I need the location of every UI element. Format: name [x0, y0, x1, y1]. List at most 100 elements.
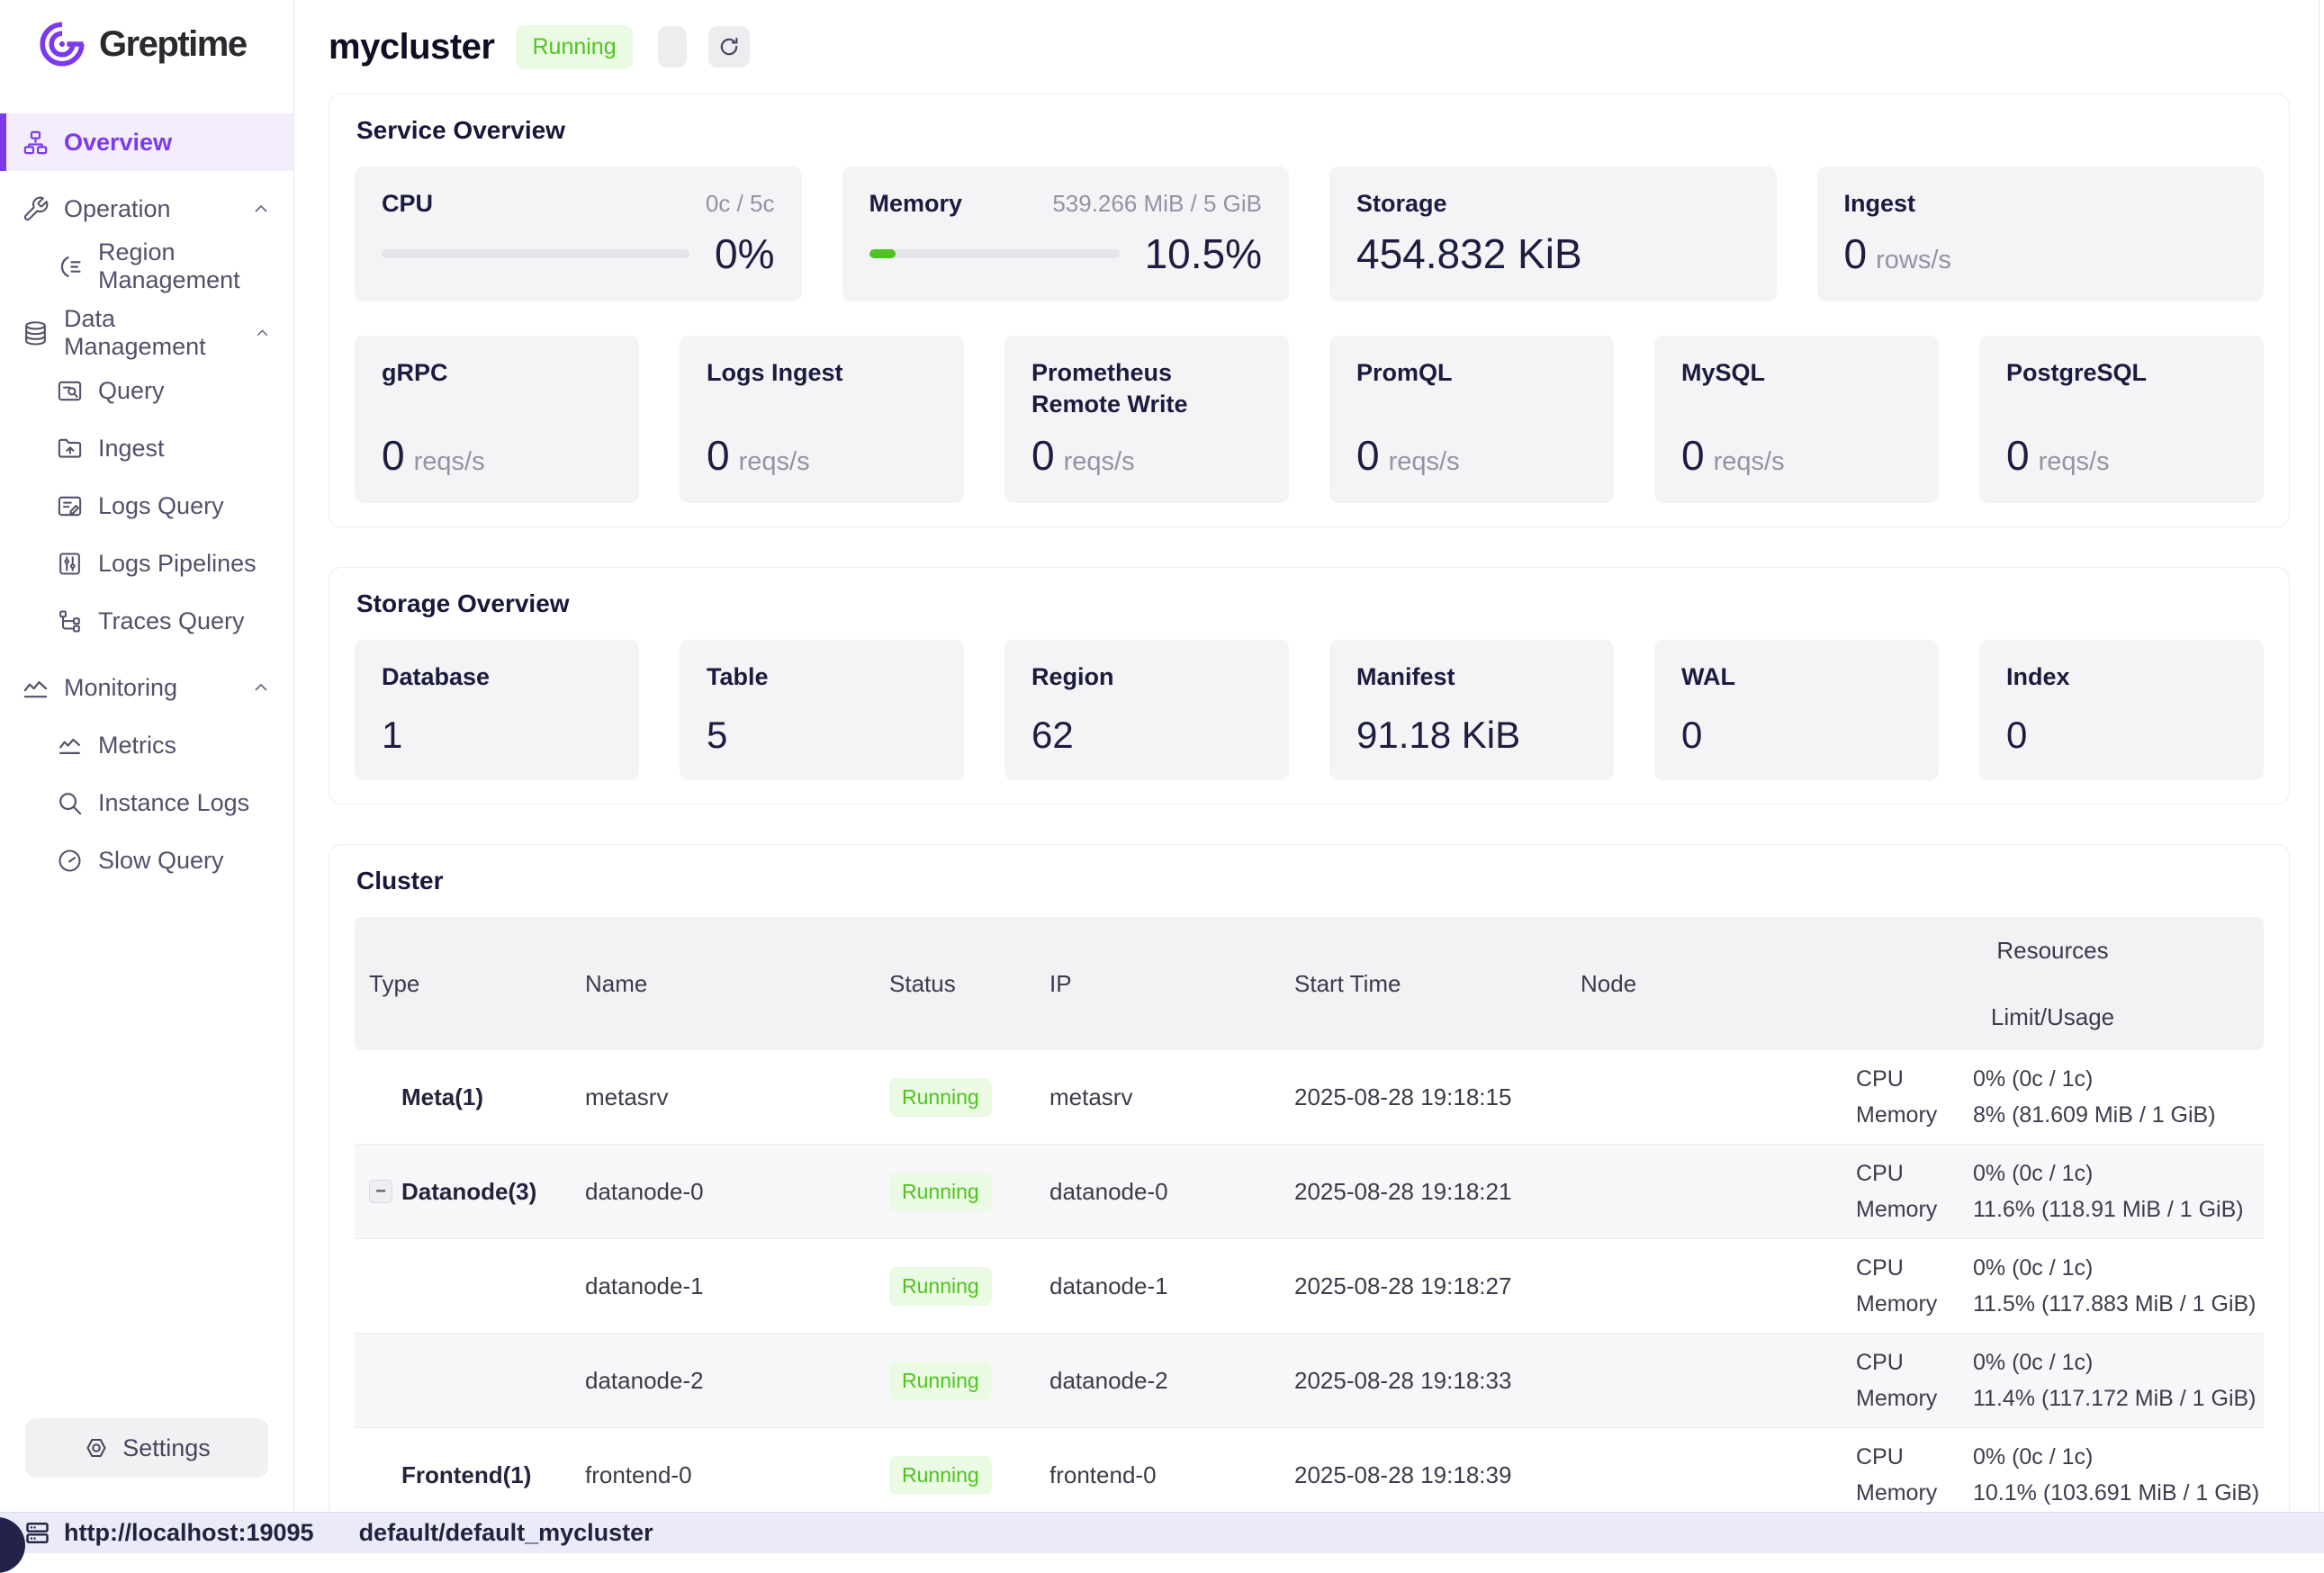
storage-value: 454.832 KiB	[1356, 229, 1582, 278]
memory-resource-value: 10.1% (103.691 MiB / 1 GiB)	[1973, 1479, 2259, 1506]
search-icon	[56, 789, 84, 817]
memory-resource-value: 11.5% (117.883 MiB / 1 GiB)	[1973, 1290, 2256, 1317]
promql-unit: reqs/s	[1389, 447, 1460, 477]
cpu-progress-bar	[382, 249, 689, 258]
page-header: mycluster Running	[329, 0, 2290, 94]
cpu-resource-label: CPU	[1856, 1065, 1904, 1092]
sidebar-group-label: Operation	[64, 195, 171, 223]
wrench-icon	[22, 195, 50, 223]
col-status: Status	[875, 917, 1035, 1050]
status-badge: Running	[889, 1173, 992, 1211]
chevron-up-icon	[253, 322, 272, 344]
cluster-table-header: Type Name Status IP Start Time Node Reso…	[355, 917, 2264, 1050]
sidebar-group-monitoring[interactable]: Monitoring	[0, 659, 293, 716]
memory-resource-label: Memory	[1856, 1385, 1937, 1412]
col-type: Type	[355, 917, 571, 1050]
sidebar-item-instance-logs[interactable]: Instance Logs	[0, 774, 293, 831]
settings-button[interactable]: Settings	[25, 1418, 268, 1478]
logs-ingest-label: Logs Ingest	[707, 357, 937, 389]
server-url: http://localhost:19095	[64, 1519, 314, 1547]
sidebar-item-overview[interactable]: Overview	[0, 113, 293, 171]
wal-label: WAL	[1681, 661, 1912, 693]
memory-resource-label: Memory	[1856, 1196, 1937, 1223]
memory-resource-label: Memory	[1856, 1479, 1937, 1506]
cell-type: − Datanode(3)	[355, 1178, 571, 1206]
cpu-resource-value: 0% (0c / 1c)	[1973, 1349, 2093, 1376]
grpc-card: gRPC 0 reqs/s	[355, 336, 639, 503]
logs-ingest-value: 0	[707, 431, 730, 480]
prometheus-label: Prometheus Remote Write	[1031, 357, 1262, 420]
cpu-resource-label: CPU	[1856, 1254, 1904, 1281]
postgresql-value: 0	[2006, 431, 2030, 480]
cpu-resource-value: 0% (0c / 1c)	[1973, 1443, 2093, 1470]
sidebar-item-query[interactable]: Query	[0, 362, 293, 419]
prometheus-value: 0	[1031, 431, 1055, 480]
sidebar-item-label: Logs Query	[98, 492, 224, 520]
ingest-label: Ingest	[1844, 188, 1916, 220]
index-value: 0	[2006, 714, 2027, 757]
greptime-logo[interactable]: Greptime	[0, 0, 293, 70]
cell-resource-values: 0% (0c / 1c) 11.4% (117.172 MiB / 1 GiB)	[1959, 1349, 2264, 1412]
sidebar-item-label: Slow Query	[98, 847, 224, 875]
sidebar-item-logs-query[interactable]: Logs Query	[0, 477, 293, 535]
folder-arrow-icon	[56, 435, 84, 463]
cell-status: Running	[875, 1267, 1035, 1306]
sidebar-item-logs-pipelines[interactable]: Logs Pipelines	[0, 535, 293, 592]
manifest-value: 91.18 KiB	[1356, 714, 1520, 757]
sidebar-item-ingest[interactable]: Ingest	[0, 419, 293, 477]
cpu-percent: 0%	[715, 229, 774, 278]
cell-resource-values: 0% (0c / 1c) 11.6% (118.91 MiB / 1 GiB)	[1959, 1160, 2264, 1223]
logs-ingest-unit: reqs/s	[739, 447, 810, 477]
ingest-card: Ingest 0 rows/s	[1817, 166, 2265, 301]
cell-status: Running	[875, 1173, 1035, 1211]
sidebar-item-metrics[interactable]: Metrics	[0, 716, 293, 774]
region-label: Region	[1031, 661, 1262, 693]
ingest-value: 0	[1844, 229, 1868, 278]
cell-name: frontend-0	[571, 1461, 875, 1489]
promql-card: PromQL 0 reqs/s	[1329, 336, 1614, 503]
cell-type: Meta(1)	[355, 1083, 571, 1111]
database-label: Database	[382, 661, 612, 693]
refresh-button[interactable]	[708, 26, 750, 67]
postgresql-label: PostgreSQL	[2006, 357, 2237, 389]
header-action-button[interactable]	[658, 26, 687, 67]
promql-label: PromQL	[1356, 357, 1587, 389]
cell-resource-values: 0% (0c / 1c) 10.1% (103.691 MiB / 1 GiB)	[1959, 1443, 2264, 1506]
sidebar-item-traces-query[interactable]: Traces Query	[0, 592, 293, 650]
memory-resource-label: Memory	[1856, 1101, 1937, 1128]
brand-name: Greptime	[99, 24, 247, 65]
sidebar-group-data-management[interactable]: Data Management	[0, 304, 293, 362]
sidebar-item-slow-query[interactable]: Slow Query	[0, 831, 293, 889]
cell-resource-labels: CPU Memory	[1842, 1254, 1959, 1317]
sidebar-item-region-management[interactable]: Region Management	[0, 238, 293, 295]
ingest-unit: rows/s	[1876, 246, 1951, 275]
cell-ip: datanode-0	[1035, 1178, 1280, 1206]
status-badge: Running	[889, 1267, 992, 1306]
app-window: Greptime Overview Operation	[0, 0, 2324, 1553]
line-chart-icon	[22, 674, 50, 702]
cluster-section-title: Cluster	[356, 867, 2264, 895]
memory-card: Memory 539.266 MiB / 5 GiB 10.5%	[842, 166, 1290, 301]
cpu-resource-label: CPU	[1856, 1443, 1904, 1470]
storage-card: Storage 454.832 KiB	[1329, 166, 1777, 301]
table-value: 5	[707, 714, 727, 757]
status-bar: http://localhost:19095 default/default_m…	[0, 1512, 2324, 1553]
cluster-status-badge: Running	[516, 25, 632, 69]
chevron-up-icon	[250, 677, 272, 698]
promql-value: 0	[1356, 431, 1380, 480]
table-row: datanode-2 Running datanode-2 2025-08-28…	[355, 1334, 2264, 1428]
cell-status: Running	[875, 1078, 1035, 1117]
col-resources: Resources	[1842, 917, 2264, 984]
prometheus-unit: reqs/s	[1064, 447, 1135, 477]
index-card: Index 0	[1979, 640, 2264, 780]
table-row: Frontend(1) frontend-0 Running frontend-…	[355, 1428, 2264, 1523]
cell-type: Frontend(1)	[355, 1461, 571, 1489]
collapse-button[interactable]: −	[369, 1180, 392, 1203]
cell-resource-labels: CPU Memory	[1842, 1349, 1959, 1412]
memory-resource-value: 11.4% (117.172 MiB / 1 GiB)	[1973, 1385, 2256, 1412]
sidebar-item-label: Metrics	[98, 732, 176, 760]
main-content: mycluster Running Service Overview CPU 0…	[294, 0, 2324, 1553]
sidebar-group-operation[interactable]: Operation	[0, 180, 293, 238]
cell-ip: frontend-0	[1035, 1461, 1280, 1489]
database-card: Database 1	[355, 640, 639, 780]
